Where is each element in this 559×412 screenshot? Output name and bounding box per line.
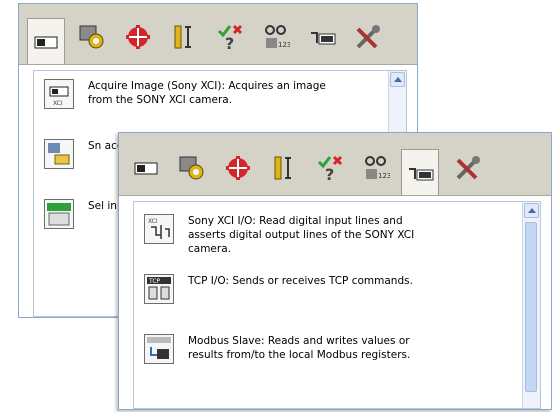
vision-icon <box>79 25 104 49</box>
target-icon <box>126 25 150 49</box>
tab-tools[interactable] <box>449 149 487 187</box>
io-icon <box>311 32 336 45</box>
camera-icon: XCI <box>44 79 74 109</box>
tab-io[interactable] <box>401 149 439 195</box>
item-description: Modbus Slave: Reads and writes values or… <box>188 335 411 361</box>
measure-icon <box>174 25 191 49</box>
tab-bar: ? 123 <box>119 133 551 196</box>
tab-vision[interactable] <box>173 149 211 187</box>
list-item[interactable]: Modbus Slave: Reads and writes values or… <box>144 334 438 364</box>
vertical-scrollbar[interactable] <box>522 202 540 408</box>
target-icon <box>226 156 250 180</box>
glasses-icon: 123 <box>365 156 390 180</box>
camera-icon <box>34 36 58 48</box>
list-item[interactable]: XCI Acquire Image (Sony XCI): Acquires a… <box>44 79 333 109</box>
svg-text:?: ? <box>225 34 234 51</box>
svg-text:?: ? <box>325 165 334 182</box>
scroll-up-button[interactable] <box>524 203 539 218</box>
io-lines-icon: XCI <box>144 214 174 244</box>
tools-icon <box>456 156 480 180</box>
list-item[interactable]: TCP TCP I/O: Sends or receives TCP comma… <box>144 274 438 304</box>
check-icon: ? <box>217 24 243 51</box>
palette-list: XCI Sony XCI I/O: Read digital input lin… <box>133 201 541 409</box>
tab-measure[interactable] <box>165 18 203 56</box>
tab-camera[interactable] <box>127 149 165 187</box>
svg-text:123: 123 <box>278 41 290 49</box>
tab-measure[interactable] <box>265 149 303 187</box>
tab-bar: ? 123 <box>19 4 417 65</box>
tcp-icon: TCP <box>144 274 174 304</box>
tab-io[interactable] <box>303 18 341 56</box>
svg-text:XCI: XCI <box>53 100 63 107</box>
modbus-icon <box>144 334 174 364</box>
list-item[interactable]: XCI Sony XCI I/O: Read digital input lin… <box>144 214 438 256</box>
item-description: Sony XCI I/O: Read digital input lines a… <box>188 215 415 255</box>
tab-glasses[interactable]: 123 <box>357 149 395 187</box>
glasses-icon: 123 <box>265 25 290 49</box>
scroll-thumb[interactable] <box>525 222 537 392</box>
image-folder-icon <box>44 139 74 169</box>
item-description: Acquire Image (Sony XCI): Acquires an im… <box>88 80 326 106</box>
tab-tools[interactable] <box>349 18 387 56</box>
item-description: TCP I/O: Sends or receives TCP commands. <box>188 275 413 287</box>
tab-check[interactable]: ? <box>311 149 349 187</box>
camera-icon <box>134 162 158 175</box>
svg-text:TCP: TCP <box>148 278 161 285</box>
tools-icon <box>356 25 380 49</box>
svg-text:XCI: XCI <box>148 218 158 225</box>
vision-icon <box>179 156 204 180</box>
tab-glasses[interactable]: 123 <box>257 18 295 56</box>
check-icon: ? <box>317 155 343 182</box>
tab-vision[interactable] <box>73 18 111 56</box>
measure-icon <box>274 156 291 180</box>
front-palette-window: ? 123 XCI Sony XCI I/O: Read digital inp… <box>118 132 552 410</box>
svg-text:123: 123 <box>378 172 390 180</box>
tab-camera[interactable] <box>27 18 65 64</box>
tab-check[interactable]: ? <box>211 18 249 56</box>
tab-target[interactable] <box>219 149 257 187</box>
select-grid-icon <box>44 199 74 229</box>
scroll-up-button[interactable] <box>390 72 405 87</box>
io-icon <box>409 167 434 180</box>
tab-target[interactable] <box>119 18 157 56</box>
